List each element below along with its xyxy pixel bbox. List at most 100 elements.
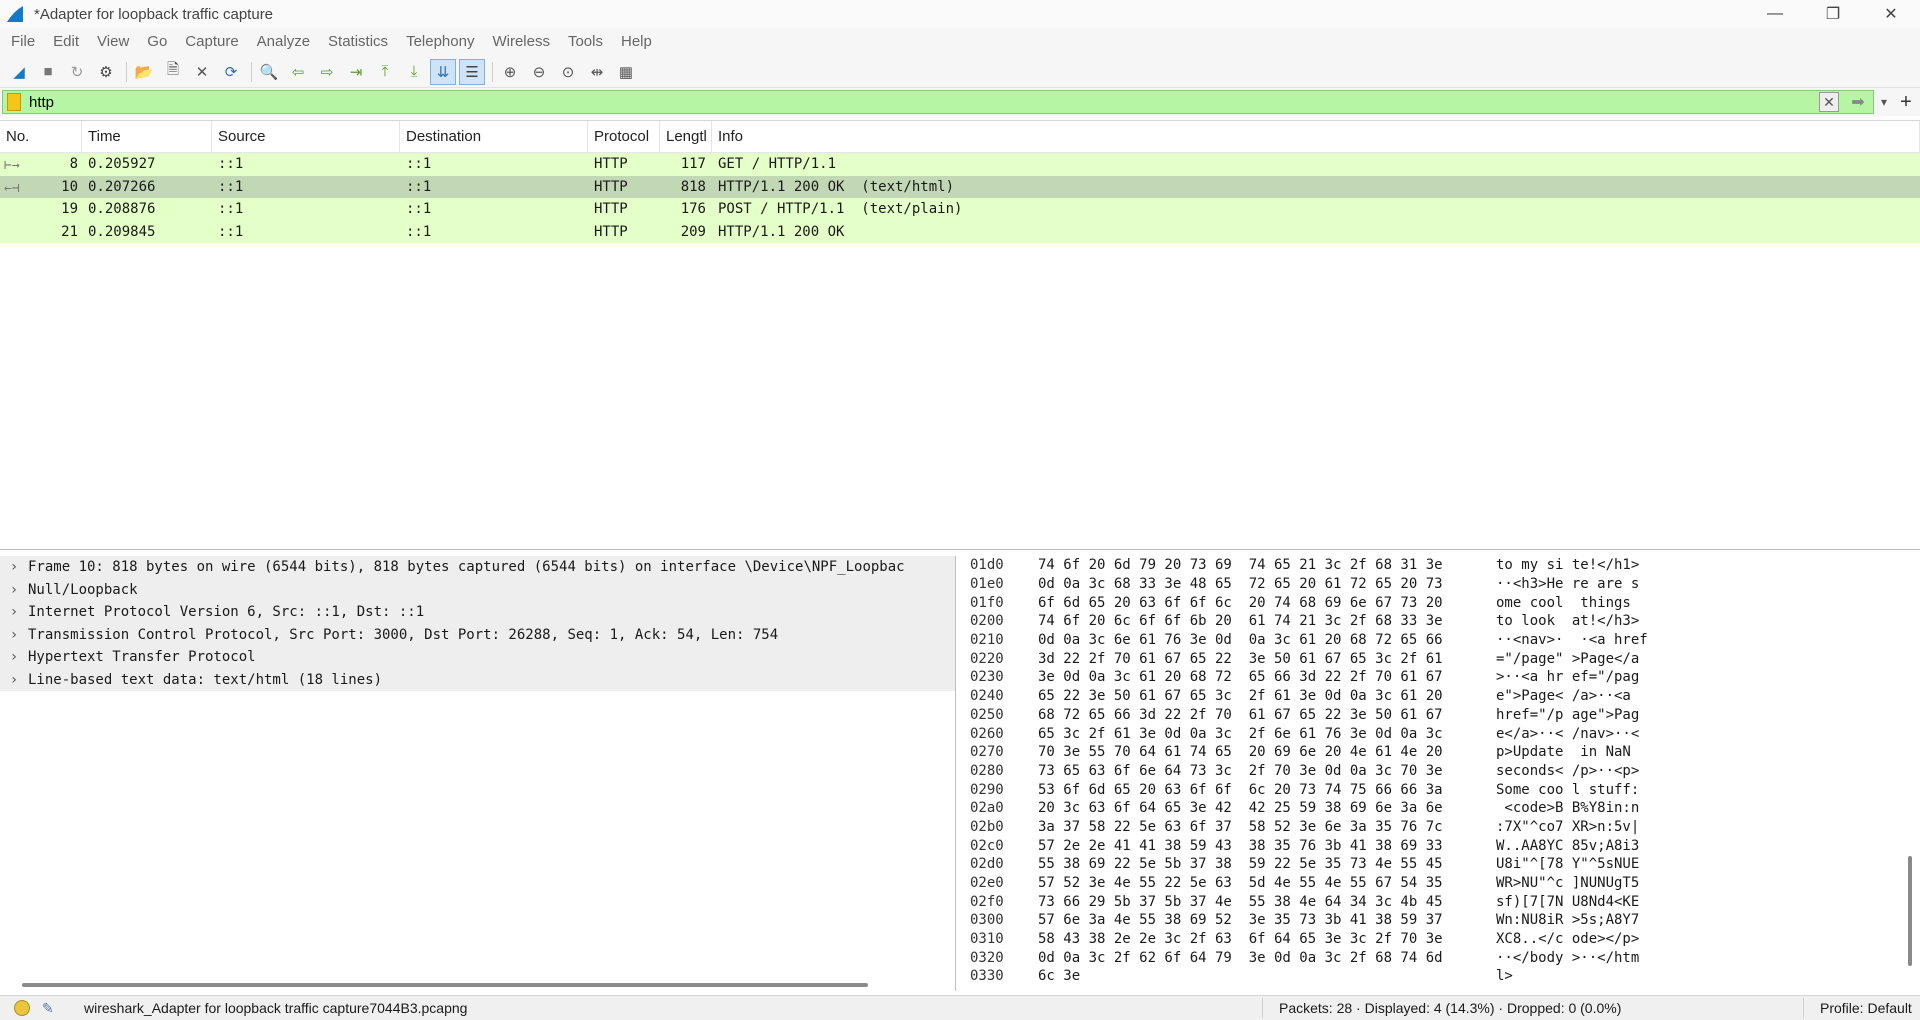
hex-bytes: 3a 37 58 22 5e 63 6f 37 58 52 3e 6e 3a 3… xyxy=(1038,818,1443,835)
stop-capture-icon[interactable]: ■ xyxy=(35,59,61,85)
last-packet-icon[interactable]: ⤓ xyxy=(401,59,427,85)
menu-tools[interactable]: Tools xyxy=(559,28,612,56)
hex-line: 01e0 0d 0a 3c 68 33 3e 48 65 72 65 20 61 … xyxy=(962,575,1920,594)
hex-offset: 0310 xyxy=(970,931,1004,948)
vertical-scrollbar[interactable] xyxy=(1908,856,1912,966)
hex-ascii: p>Update in NaN xyxy=(1496,744,1640,761)
column-header-protocol[interactable]: Protocol xyxy=(588,120,660,153)
capture-file-name: wireshark_Adapter for loopback traffic c… xyxy=(84,1000,468,1016)
hex-offset: 02f0 xyxy=(970,893,1004,910)
layout-icon[interactable]: ▦ xyxy=(613,59,639,85)
menu-capture[interactable]: Capture xyxy=(176,28,247,56)
menu-analyze[interactable]: Analyze xyxy=(248,28,319,56)
minimize-icon[interactable]: — xyxy=(1746,0,1804,28)
hex-offset: 0330 xyxy=(970,968,1004,985)
expert-info-icon[interactable] xyxy=(14,1000,30,1016)
detail-tree-item[interactable]: › Transmission Control Protocol, Src Port… xyxy=(0,623,955,646)
packet-destination: ::1 xyxy=(406,223,432,240)
menu-file[interactable]: File xyxy=(2,28,44,56)
expand-chevron-icon[interactable]: › xyxy=(0,627,28,643)
detail-tree-label: Internet Protocol Version 6, Src: ::1, D… xyxy=(28,604,425,621)
menu-telephony[interactable]: Telephony xyxy=(397,28,483,56)
detail-tree-item[interactable]: › Internet Protocol Version 6, Src: ::1, … xyxy=(0,601,955,624)
hex-offset: 0230 xyxy=(970,669,1004,686)
packet-destination: ::1 xyxy=(406,156,432,173)
column-header-no[interactable]: No. xyxy=(0,120,82,153)
find-packet-icon[interactable]: 🔍 xyxy=(256,59,282,85)
window-title: *Adapter for loopback traffic capture xyxy=(34,5,274,23)
hex-bytes: 0d 0a 3c 68 33 3e 48 65 72 65 20 61 72 6… xyxy=(1038,576,1443,593)
hex-bytes: 74 6f 20 6d 79 20 73 69 74 65 21 3c 2f 6… xyxy=(1038,557,1443,574)
hex-line: 02d0 55 38 69 22 5e 5b 37 38 59 22 5e 35 … xyxy=(962,855,1920,874)
hex-offset: 0250 xyxy=(970,706,1004,723)
restore-icon[interactable]: ❐ xyxy=(1804,0,1862,28)
colorize-icon[interactable]: ☰ xyxy=(459,58,485,85)
bookmark-icon[interactable] xyxy=(7,93,21,111)
detail-tree-label: Hypertext Transfer Protocol xyxy=(28,649,256,666)
capture-comment-icon[interactable]: ✎ xyxy=(42,1000,60,1016)
capture-options-icon[interactable]: ⚙ xyxy=(93,59,119,85)
column-header-time[interactable]: Time xyxy=(82,120,212,153)
packet-row[interactable]: ←⊣ 10 0.207266::1::1 HTTP 818 HTTP/1.1 200 OK… xyxy=(0,175,1920,198)
reload-file-icon[interactable]: ⟳ xyxy=(218,59,244,85)
packet-protocol: HTTP xyxy=(594,201,628,218)
detail-tree-item[interactable]: › Frame 10: 818 bytes on wire (6544 bits)… xyxy=(0,556,955,579)
menu-edit[interactable]: Edit xyxy=(44,28,88,56)
autoscroll-icon[interactable]: ⇊ xyxy=(430,58,456,85)
column-header-source[interactable]: Source xyxy=(212,120,400,153)
menu-view[interactable]: View xyxy=(88,28,138,56)
close-icon[interactable]: ✕ xyxy=(1862,0,1920,28)
menu-go[interactable]: Go xyxy=(138,28,176,56)
packet-row[interactable]: 21 0.209845::1::1 HTTP 209 HTTP/1.1 200 OK xyxy=(0,220,1920,243)
column-header-info[interactable]: Info xyxy=(712,120,1920,153)
start-capture-icon[interactable]: ◢ xyxy=(6,59,32,85)
horizontal-scrollbar[interactable] xyxy=(22,983,868,987)
expand-chevron-icon[interactable]: › xyxy=(0,649,28,665)
packet-time: 0.208876 xyxy=(88,201,156,218)
add-filter-button-icon[interactable]: + xyxy=(1894,91,1918,114)
menu-statistics[interactable]: Statistics xyxy=(319,28,397,56)
hex-bytes: 3d 22 2f 70 61 67 65 22 3e 50 61 67 65 3… xyxy=(1038,650,1443,667)
zoom-in-icon[interactable]: ⊕ xyxy=(497,59,523,85)
hex-line: 0270 70 3e 55 70 64 61 74 65 20 69 6e 20 … xyxy=(962,743,1920,762)
normal-size-icon[interactable]: ⊙ xyxy=(555,59,581,85)
profile-label[interactable]: Profile: Default xyxy=(1804,1000,1920,1016)
clear-filter-icon[interactable]: ✕ xyxy=(1819,92,1839,112)
open-file-icon[interactable]: 📂 xyxy=(131,59,157,85)
expand-chevron-icon[interactable]: › xyxy=(0,672,28,688)
resize-columns-icon[interactable]: ⇹ xyxy=(584,59,610,85)
menu-wireless[interactable]: Wireless xyxy=(483,28,559,56)
packet-row[interactable]: ⊢→ 8 0.205927::1::1 HTTP 117 GET / HTTP/1.1 xyxy=(0,153,1920,176)
close-file-icon[interactable]: ✕ xyxy=(189,59,215,85)
packet-length: 176 xyxy=(680,201,706,218)
hex-line: 0310 58 43 38 2e 2e 3c 2f 63 6f 64 65 3e … xyxy=(962,930,1920,949)
detail-tree-item[interactable]: › Line-based text data: text/html (18 lin… xyxy=(0,668,955,691)
expand-chevron-icon[interactable]: › xyxy=(0,604,28,620)
detail-tree-item[interactable]: › Null/Loopback xyxy=(0,578,955,601)
hex-bytes: 68 72 65 66 3d 22 2f 70 61 67 65 22 3e 5… xyxy=(1038,706,1443,723)
hex-line: 0300 57 6e 3a 4e 55 38 69 52 3e 35 73 3b … xyxy=(962,911,1920,930)
first-packet-icon[interactable]: ⤒ xyxy=(372,59,398,85)
detail-tree-item[interactable]: › Hypertext Transfer Protocol xyxy=(0,646,955,669)
apply-filter-icon[interactable]: ➡ xyxy=(1843,92,1873,112)
save-file-icon[interactable]: 🗎 xyxy=(160,59,186,85)
packet-info: GET / HTTP/1.1 xyxy=(718,156,837,173)
go-back-icon[interactable]: ⇦ xyxy=(285,59,311,85)
go-forward-icon[interactable]: ⇨ xyxy=(314,59,340,85)
expand-chevron-icon[interactable]: › xyxy=(0,559,28,575)
go-to-packet-icon[interactable]: ⇥ xyxy=(343,59,369,85)
hex-line: 01f0 6f 6d 65 20 63 6f 6f 6c 20 74 68 69 … xyxy=(962,593,1920,612)
column-header-length[interactable]: Lengtl xyxy=(660,120,712,153)
zoom-out-icon[interactable]: ⊖ xyxy=(526,59,552,85)
hex-ascii: to my si te!</h1> xyxy=(1496,557,1640,574)
menu-help[interactable]: Help xyxy=(612,28,661,56)
hex-ascii: ··<h3>He re are s xyxy=(1496,576,1640,593)
hex-bytes: 65 3c 2f 61 3e 0d 0a 3c 2f 6e 61 76 3e 0… xyxy=(1038,725,1443,742)
hex-ascii: sf)[7[7N U8Nd4<KE xyxy=(1496,893,1640,910)
packet-row[interactable]: 19 0.208876::1::1 HTTP 176 POST / HTTP/1.1 (… xyxy=(0,198,1920,221)
expand-chevron-icon[interactable]: › xyxy=(0,582,28,598)
column-header-destination[interactable]: Destination xyxy=(400,120,588,153)
display-filter-input[interactable] xyxy=(25,93,1815,111)
filter-history-dropdown-icon[interactable]: ▾ xyxy=(1874,95,1894,109)
restart-capture-icon[interactable]: ↻ xyxy=(64,59,90,85)
